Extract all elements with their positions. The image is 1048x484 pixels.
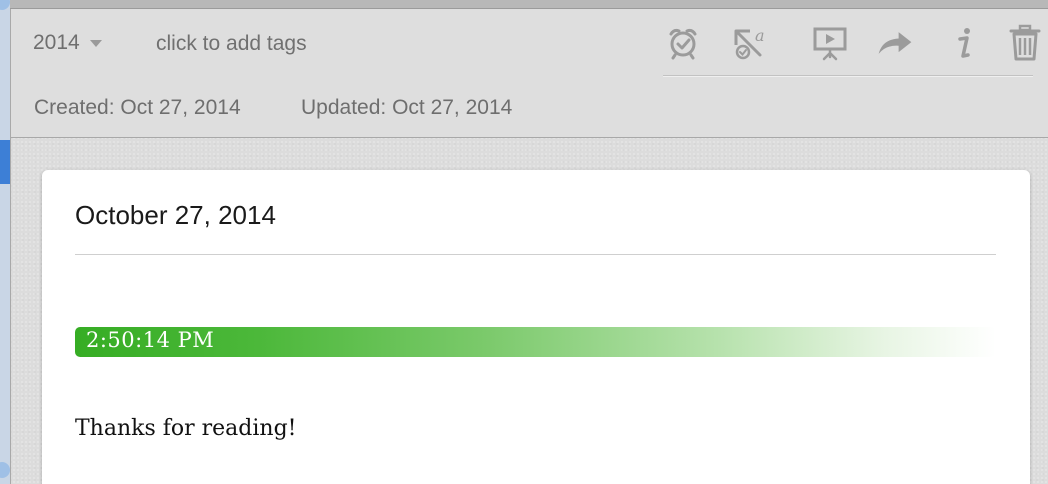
window-top-strip xyxy=(10,0,1048,9)
delete-note-button[interactable] xyxy=(1005,23,1045,63)
header-divider xyxy=(663,75,1033,76)
note-info-button[interactable] xyxy=(944,23,984,63)
notebook-name: 2014 xyxy=(33,31,80,54)
created-date: Created: Oct 27, 2014 xyxy=(34,96,241,119)
note-header: 2014 click to add tags a Created: Oct 27… xyxy=(11,9,1048,138)
note-title[interactable]: October 27, 2014 xyxy=(75,200,276,231)
updated-date: Updated: Oct 27, 2014 xyxy=(301,96,513,119)
alarm-clock-icon xyxy=(669,28,697,60)
trash-icon xyxy=(1009,24,1041,61)
list-badge xyxy=(0,0,10,10)
presentation-button[interactable] xyxy=(810,23,850,63)
timestamp-label: 2:50:14 PM xyxy=(86,328,215,352)
annotate-icon: a xyxy=(734,26,765,60)
annotate-button[interactable]: a xyxy=(730,23,770,63)
presentation-icon xyxy=(813,27,847,61)
tags-input[interactable]: click to add tags xyxy=(156,32,307,56)
share-icon xyxy=(878,32,912,54)
note-body-text[interactable]: Thanks for reading! xyxy=(75,416,297,441)
list-badge xyxy=(0,462,10,478)
note-window: 2014 click to add tags a Created: Oct 27… xyxy=(0,0,1048,484)
info-icon xyxy=(958,28,970,58)
note-editor[interactable]: October 27, 2014 2:50:14 PM Thanks for r… xyxy=(42,170,1030,484)
selected-note-indicator[interactable] xyxy=(0,140,10,184)
notebook-selector[interactable]: 2014 xyxy=(33,31,102,55)
share-button[interactable] xyxy=(875,23,915,63)
chevron-down-icon xyxy=(89,39,102,47)
reminder-button[interactable] xyxy=(663,23,703,63)
svg-text:a: a xyxy=(755,26,765,45)
note-list-pane-edge xyxy=(0,0,11,484)
timestamp-banner: 2:50:14 PM xyxy=(75,327,996,357)
title-divider xyxy=(75,254,996,255)
